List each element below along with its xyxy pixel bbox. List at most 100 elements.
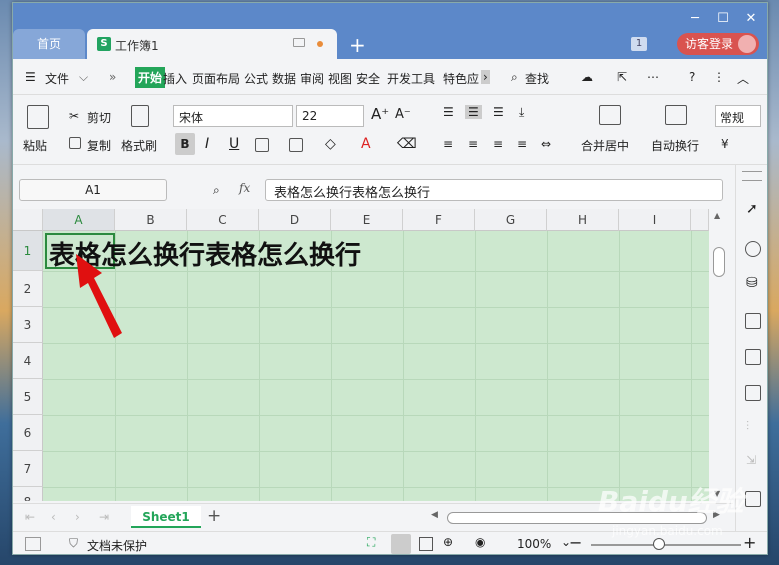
paste-button[interactable]: 粘贴 <box>23 137 47 154</box>
cell-style-icon[interactable] <box>289 138 303 152</box>
shapes-icon[interactable] <box>745 241 761 257</box>
image-icon[interactable] <box>745 491 761 507</box>
maximize-button[interactable]: ☐ <box>715 11 731 27</box>
column-header[interactable]: I <box>619 209 691 231</box>
row-header[interactable]: 3 <box>13 307 43 343</box>
formula-input[interactable]: 表格怎么换行表格怎么换行 <box>265 179 723 201</box>
column-header-partial[interactable] <box>691 209 709 231</box>
new-tab-button[interactable]: + <box>349 33 366 57</box>
number-format-select[interactable]: 常规 <box>715 105 761 127</box>
tab-page-layout[interactable]: 页面布局 <box>192 70 240 87</box>
menu-file[interactable]: 文件 <box>45 70 69 87</box>
help-icon[interactable]: ? <box>689 70 695 84</box>
distribute-icon[interactable]: ⇔ <box>541 137 551 151</box>
copy-button[interactable]: 复制 <box>87 137 111 154</box>
tab-formula[interactable]: 公式 <box>244 70 268 87</box>
align-top-icon[interactable]: ☰ <box>443 105 454 119</box>
align-left-icon[interactable]: ≡ <box>443 137 453 151</box>
italic-button[interactable]: I <box>205 136 209 152</box>
chart-icon[interactable] <box>745 385 761 401</box>
page-break-view-icon[interactable]: ⊕ <box>443 535 453 549</box>
column-header[interactable]: H <box>547 209 619 231</box>
align-middle-icon[interactable]: ☰ <box>465 105 482 119</box>
grid-apps-icon[interactable] <box>745 349 761 365</box>
wrap-text-button[interactable]: 自动换行 <box>651 137 699 154</box>
row-header[interactable]: 6 <box>13 415 43 451</box>
column-header[interactable]: A <box>43 209 115 231</box>
align-right-icon[interactable]: ≡ <box>493 137 503 151</box>
monitor-icon[interactable] <box>293 38 305 47</box>
close-button[interactable]: ✕ <box>743 11 759 27</box>
table-icon[interactable] <box>745 313 761 329</box>
zoom-level[interactable]: 100% <box>517 537 551 551</box>
font-size-select[interactable]: 22 <box>296 105 364 127</box>
wrap-text-icon[interactable] <box>665 105 687 125</box>
column-header[interactable]: B <box>115 209 187 231</box>
more-tabs-button[interactable]: › <box>481 70 490 84</box>
tab-developer[interactable]: 开发工具 <box>387 70 435 87</box>
sliders-icon[interactable]: ⫶ <box>746 419 749 434</box>
minimize-button[interactable]: ─ <box>687 11 703 27</box>
zoom-slider-track[interactable] <box>591 544 741 546</box>
align-bottom-icon[interactable]: ☰ <box>493 105 504 119</box>
align-center-icon[interactable]: ≡ <box>468 137 478 151</box>
column-header[interactable]: G <box>475 209 547 231</box>
justify-icon[interactable]: ≡ <box>517 137 527 151</box>
scroll-up-icon[interactable]: ▲ <box>714 211 720 220</box>
fill-color-icon[interactable]: ◇ <box>325 136 336 152</box>
format-painter-button[interactable]: 格式刷 <box>121 137 157 154</box>
search-icon[interactable]: ⌕ <box>511 70 518 85</box>
sheet-tab-sheet1[interactable]: Sheet1 <box>131 506 201 528</box>
eraser-icon[interactable]: ⌫ <box>397 136 417 152</box>
tab-security[interactable]: 安全 <box>356 70 380 87</box>
search-button[interactable]: 查找 <box>525 70 549 87</box>
zoom-out-button[interactable]: − <box>569 533 582 552</box>
vertical-scrollbar[interactable]: ▲ ▼ <box>711 209 727 501</box>
cloud-icon[interactable]: ☁ <box>581 70 593 84</box>
paste-icon[interactable] <box>27 105 49 129</box>
tab-data[interactable]: 数据 <box>272 70 296 87</box>
row-header[interactable]: 1 <box>13 231 43 271</box>
tab-special[interactable]: 特色应 <box>443 70 479 87</box>
increase-font-icon[interactable]: A⁺ <box>371 105 389 123</box>
more-options-icon[interactable]: ⋯ <box>647 70 659 84</box>
zoom-search-icon[interactable]: ⌕ <box>213 183 220 198</box>
double-chevron-icon[interactable]: » <box>109 70 116 84</box>
tab-review[interactable]: 审阅 <box>300 70 324 87</box>
orientation-icon[interactable]: ⤓ <box>519 105 524 120</box>
column-header[interactable]: E <box>331 209 403 231</box>
kebab-menu-icon[interactable]: ⋮ <box>713 70 725 84</box>
page-layout-view-icon[interactable] <box>419 537 433 551</box>
window-count-badge[interactable]: 1 <box>631 37 647 51</box>
tab-home[interactable]: 首页 <box>13 29 85 59</box>
name-box[interactable]: A1 <box>19 179 167 201</box>
scroll-thumb[interactable] <box>713 247 725 277</box>
font-color-button[interactable]: A <box>361 136 371 152</box>
row-header[interactable]: 2 <box>13 271 43 307</box>
normal-view-icon[interactable] <box>391 534 411 554</box>
column-header[interactable]: C <box>187 209 259 231</box>
export-icon[interactable]: ⇲ <box>746 453 756 467</box>
fill-bucket-icon[interactable]: ⛁ <box>746 275 758 291</box>
row-header[interactable]: 8 <box>13 487 43 501</box>
cut-button[interactable]: 剪切 <box>87 109 111 126</box>
merge-center-button[interactable]: 合并居中 <box>581 137 629 154</box>
zoom-in-button[interactable]: + <box>743 533 756 552</box>
decrease-font-icon[interactable]: A⁻ <box>395 107 411 122</box>
panel-menu-icon[interactable] <box>742 171 762 181</box>
status-monitor-icon[interactable] <box>25 537 41 551</box>
tab-view[interactable]: 视图 <box>328 70 352 87</box>
collapse-ribbon-icon[interactable]: ︿ <box>737 70 749 87</box>
pointer-icon[interactable]: ➚ <box>746 201 758 217</box>
copy-icon[interactable] <box>69 137 81 149</box>
merge-center-icon[interactable] <box>599 105 621 125</box>
select-all-corner[interactable] <box>13 209 43 231</box>
underline-button[interactable]: U <box>229 136 239 152</box>
scissors-icon[interactable]: ✂ <box>69 109 79 123</box>
tab-start[interactable]: 开始 <box>135 67 166 88</box>
protection-status[interactable]: 文档未保护 <box>87 537 147 554</box>
row-header[interactable]: 5 <box>13 379 43 415</box>
format-painter-icon[interactable] <box>131 105 149 127</box>
share-icon[interactable]: ⇱ <box>617 70 627 84</box>
currency-icon[interactable]: ¥ <box>721 137 729 151</box>
